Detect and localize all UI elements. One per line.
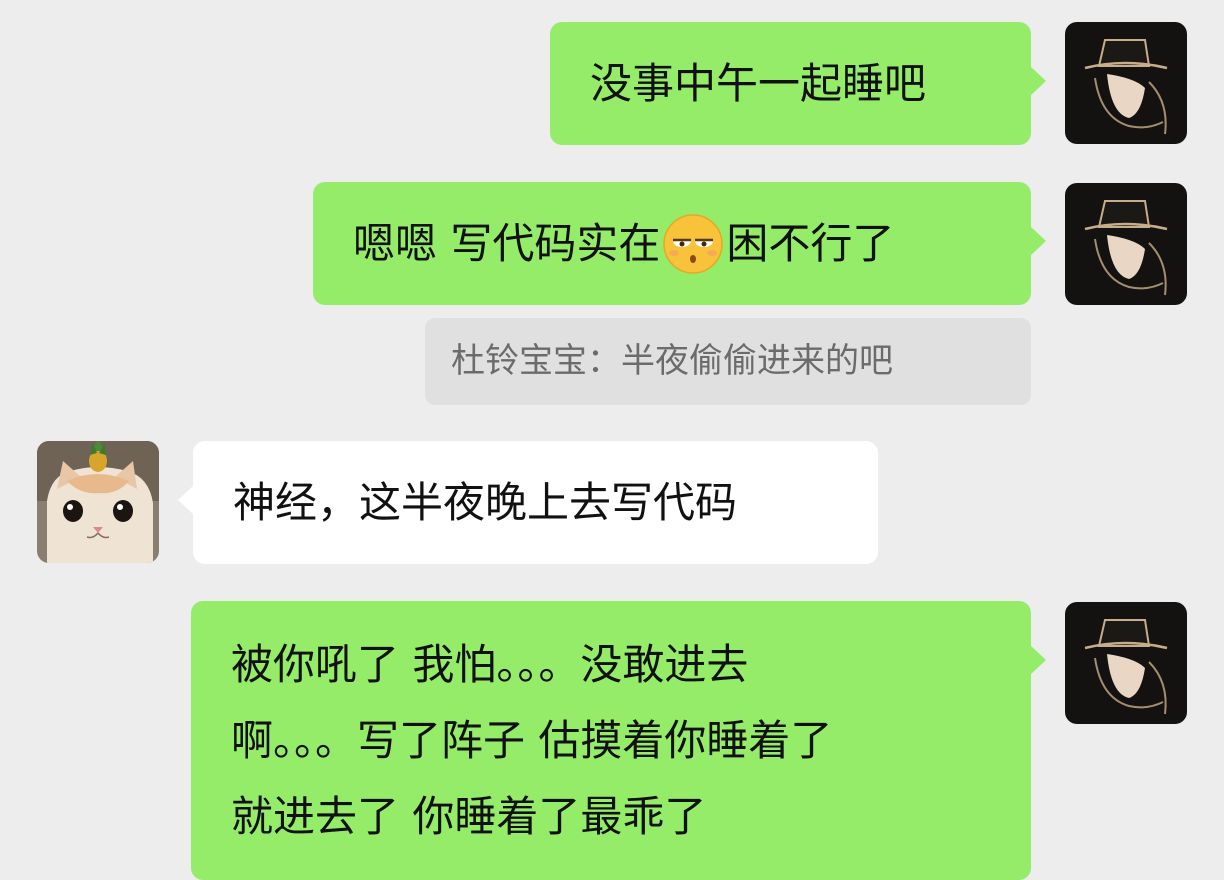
message-text-line: 就进去了 你睡着了最乖了 — [231, 792, 707, 841]
message-text: 没事中午一起睡吧 — [590, 59, 927, 108]
cat-with-pineapple-icon — [37, 441, 159, 563]
message-text-line: 啊。。。写了阵子 估摸着你睡着了 — [231, 716, 833, 765]
quoted-message[interactable]: 杜铃宝宝：半夜偷偷进来的吧 — [425, 318, 1031, 405]
top-hat-man-icon — [1065, 183, 1187, 305]
message-bubble-self[interactable]: 被你吼了 我怕。。。没敢进去 啊。。。写了阵子 估摸着你睡着了 就进去了 你睡着… — [191, 601, 1046, 880]
message-text-line: 被你吼了 我怕。。。没敢进去 — [231, 640, 749, 689]
message-text: 困不行了 — [726, 219, 895, 268]
message-bubble-other[interactable]: 神经，这半夜晚上去写代码 — [178, 441, 878, 564]
avatar-other[interactable] — [37, 441, 159, 563]
message-bubble-self[interactable]: 没事中午一起睡吧 — [550, 22, 1046, 145]
message-text: 嗯嗯 写代码实在 — [353, 219, 661, 268]
sleepy-eyes-emoji-icon — [662, 213, 724, 275]
top-hat-man-icon — [1065, 22, 1187, 144]
avatar-self[interactable] — [1065, 183, 1187, 305]
quoted-text: 杜铃宝宝：半夜偷偷进来的吧 — [451, 341, 893, 381]
top-hat-man-icon — [1065, 602, 1187, 724]
message-bubble-self[interactable]: 嗯嗯 写代码实在 困不行了 — [313, 182, 1046, 305]
message-text: 神经，这半夜晚上去写代码 — [233, 478, 738, 527]
avatar-self[interactable] — [1065, 22, 1187, 144]
avatar-self[interactable] — [1065, 602, 1187, 724]
